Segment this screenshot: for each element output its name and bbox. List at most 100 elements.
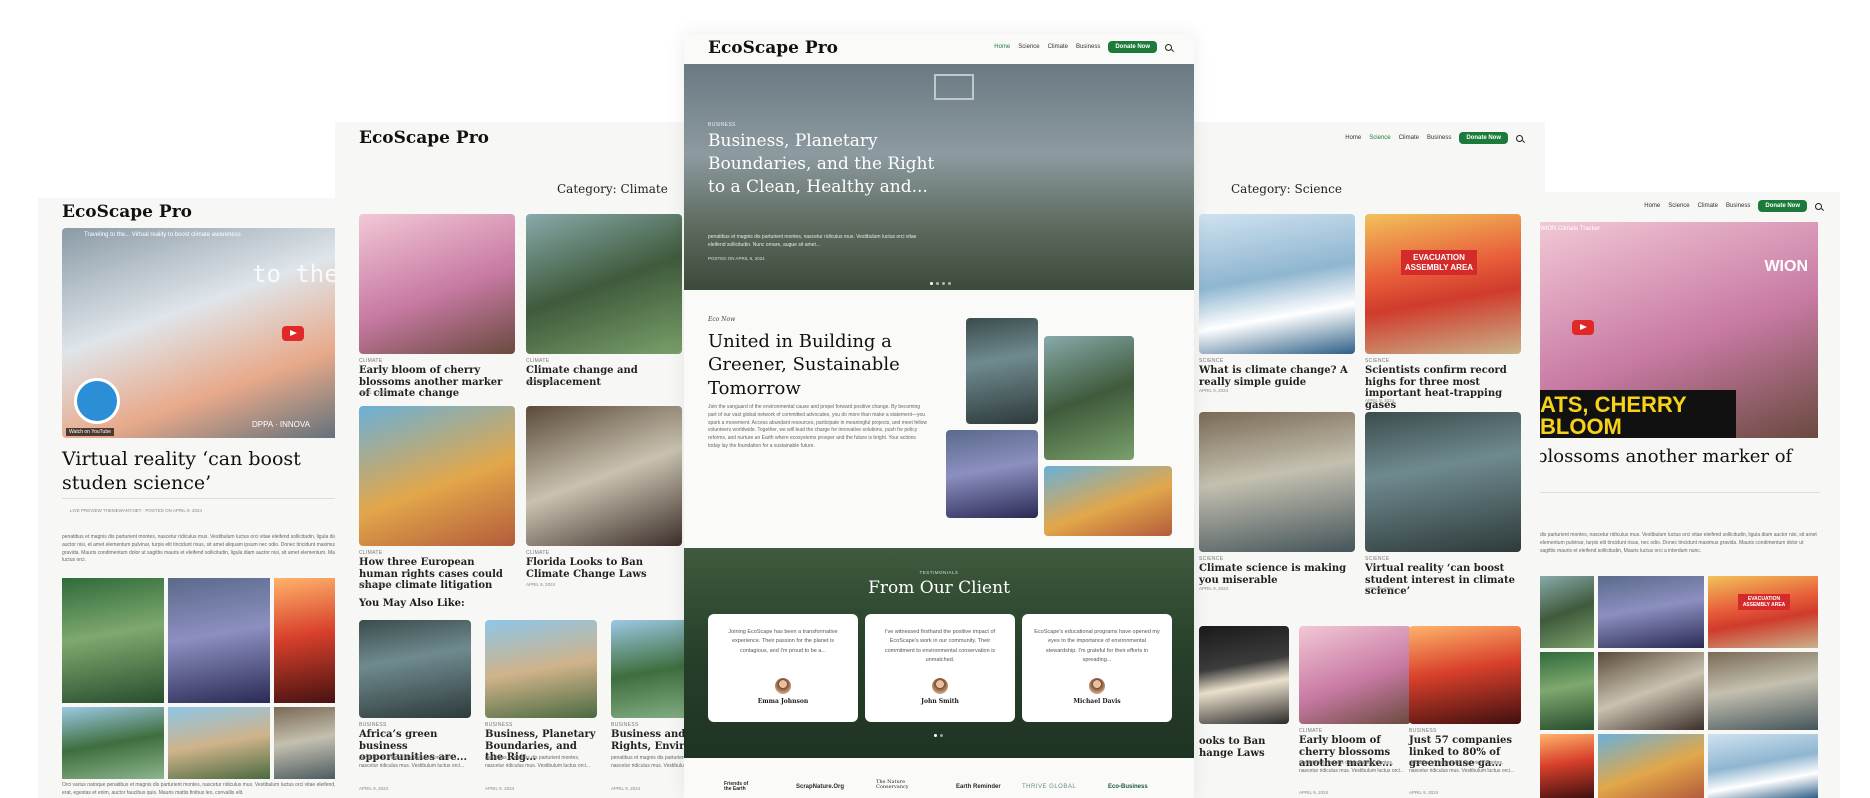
play-button-icon[interactable]	[282, 326, 304, 341]
video-thumbnail[interactable]: Traveling to the... Virtual reality to b…	[62, 228, 338, 438]
site-logo[interactable]: EcoScape Pro	[708, 38, 838, 58]
gallery-image[interactable]	[1598, 652, 1704, 730]
search-icon[interactable]	[1165, 43, 1172, 51]
site-logo[interactable]: EcoScape Pro	[359, 128, 489, 148]
play-button-icon[interactable]	[1572, 320, 1594, 335]
search-icon[interactable]	[1815, 202, 1822, 210]
nav-climate[interactable]: Climate	[1399, 135, 1419, 141]
post-image[interactable]	[1299, 626, 1411, 724]
gallery-image[interactable]	[1540, 652, 1594, 730]
gallery-image[interactable]	[168, 578, 270, 703]
related-tag[interactable]: BUSINESS	[611, 722, 639, 728]
partner-logo[interactable]: THRIVE GLOBAL	[1022, 784, 1076, 790]
partner-logo[interactable]: Friends of the Earth	[724, 782, 754, 792]
post-title[interactable]: Virtual reality ‘can boost student inter…	[1365, 563, 1521, 598]
post-image[interactable]	[1365, 412, 1521, 552]
video-thumbnail[interactable]: WION Climate Tracker WION ATS, CHERRY BL…	[1540, 222, 1818, 438]
gallery-image[interactable]	[168, 707, 270, 779]
post-title[interactable]: Climate science is making you miserable	[1199, 563, 1355, 586]
about-image	[1044, 336, 1134, 460]
gallery-image[interactable]	[1540, 734, 1594, 798]
post-excerpt: penatibus et magnis dis parturient monte…	[1299, 760, 1405, 774]
testimonial-quote: EcoScape's educational programs have ope…	[1034, 629, 1160, 664]
post-tag[interactable]: BUSINESS	[1409, 728, 1437, 734]
post-title[interactable]: What is climate change? A really simple …	[1199, 365, 1355, 388]
post-date: APRIL 9, 2024	[359, 390, 389, 395]
post-tag[interactable]: CLIMATE	[526, 550, 549, 556]
gallery-image[interactable]	[62, 707, 164, 779]
partner-logo[interactable]: Earth Reminder	[956, 784, 1001, 790]
gallery-image[interactable]	[62, 578, 164, 703]
partner-logo[interactable]: ScrapNature.Org	[796, 784, 844, 790]
post-tag[interactable]: CLIMATE	[1299, 728, 1322, 734]
post-tag[interactable]: SCIENCE	[1199, 556, 1223, 562]
post-date: APRIL 9, 2024	[1199, 388, 1229, 393]
post-image[interactable]	[1199, 214, 1355, 354]
nav-science[interactable]: Science	[1018, 44, 1039, 50]
nav-home[interactable]: Home	[1345, 135, 1361, 141]
nav-climate[interactable]: Climate	[1048, 44, 1068, 50]
nav-business[interactable]: Business	[1427, 135, 1451, 141]
post-date: APRIL 9, 2024	[1299, 790, 1329, 795]
donate-button[interactable]: Donate Now	[1108, 41, 1157, 53]
post-date: APRIL 9, 2024	[359, 582, 389, 587]
post-image[interactable]	[1199, 626, 1289, 724]
about-image	[1044, 466, 1172, 536]
post-tag[interactable]: SCIENCE	[1199, 358, 1223, 364]
nav-business[interactable]: Business	[1076, 44, 1100, 50]
post-title[interactable]: Florida Looks to Ban Climate Change Laws	[526, 557, 682, 580]
post-title: blossoms another marker of	[1540, 446, 1793, 467]
donate-button[interactable]: Donate Now	[1758, 200, 1807, 212]
nav-science[interactable]: Science	[1369, 135, 1390, 141]
related-image[interactable]	[359, 620, 471, 718]
related-image[interactable]	[485, 620, 597, 718]
partner-logo[interactable]: Eco-Business	[1108, 784, 1148, 790]
nav-climate[interactable]: Climate	[1698, 203, 1718, 209]
post-image[interactable]	[1199, 412, 1355, 552]
post-title[interactable]: ooks to Ban hange Laws	[1199, 736, 1289, 759]
post-image[interactable]: EVACUATION ASSEMBLY AREA	[1365, 214, 1521, 354]
nav-science[interactable]: Science	[1668, 203, 1689, 209]
related-tag[interactable]: BUSINESS	[485, 722, 513, 728]
hero-title[interactable]: Business, Planetary Boundaries, and the …	[708, 130, 948, 199]
post-tag[interactable]: SCIENCE	[1365, 556, 1389, 562]
post-image[interactable]	[526, 406, 682, 546]
nav-business[interactable]: Business	[1726, 203, 1750, 209]
category-climate-panel: EcoScape Pro Category: Climate CLIMATE E…	[335, 122, 715, 798]
gallery-image[interactable]	[1598, 576, 1704, 648]
hero-tag[interactable]: BUSINESS	[708, 122, 736, 128]
post-tag[interactable]: CLIMATE	[359, 358, 382, 364]
divider	[1540, 492, 1820, 493]
post-image[interactable]	[359, 406, 515, 546]
nav-home[interactable]: Home	[994, 44, 1010, 50]
gallery-image[interactable]	[1708, 652, 1818, 730]
gallery-image[interactable]	[1708, 734, 1818, 798]
post-tag[interactable]: SCIENCE	[1365, 358, 1389, 364]
gallery-image[interactable]	[274, 707, 338, 779]
nav-home[interactable]: Home	[1644, 203, 1660, 209]
un-logo-icon	[74, 378, 120, 424]
post-image[interactable]	[1409, 626, 1521, 724]
hero-slider[interactable]: BUSINESS Business, Planetary Boundaries,…	[684, 64, 1194, 290]
watch-on-youtube[interactable]: Watch on YouTube	[66, 428, 114, 436]
post-byline: LIVE PREVIEW THEMEWANT.NET · POSTED ON A…	[70, 508, 203, 513]
partners-bar: Friends of the Earth ScrapNature.Org The…	[684, 778, 1194, 798]
post-image[interactable]	[359, 214, 515, 354]
post-tag[interactable]: CLIMATE	[359, 550, 382, 556]
testimonial-dots[interactable]	[934, 734, 943, 737]
gallery-image[interactable]	[1598, 734, 1704, 798]
donate-button[interactable]: Donate Now	[1459, 132, 1508, 144]
post-image[interactable]	[526, 214, 682, 354]
gallery-image[interactable]	[1540, 576, 1594, 648]
post-title[interactable]: Climate change and displacement	[526, 365, 682, 388]
gallery-image[interactable]	[274, 578, 338, 703]
partner-logo[interactable]: The Nature Conservancy	[876, 780, 922, 790]
search-icon[interactable]	[1516, 134, 1523, 142]
site-logo[interactable]: EcoScape Pro	[62, 202, 192, 222]
slider-dots[interactable]	[930, 282, 951, 285]
main-nav: Home Science Climate Business Donate Now	[1636, 200, 1822, 212]
post-tag[interactable]: CLIMATE	[526, 358, 549, 364]
related-tag[interactable]: BUSINESS	[359, 722, 387, 728]
gallery-image[interactable]: EVACUATION ASSEMBLY AREA	[1708, 576, 1818, 648]
post-title[interactable]: Scientists confirm record highs for thre…	[1365, 365, 1521, 411]
